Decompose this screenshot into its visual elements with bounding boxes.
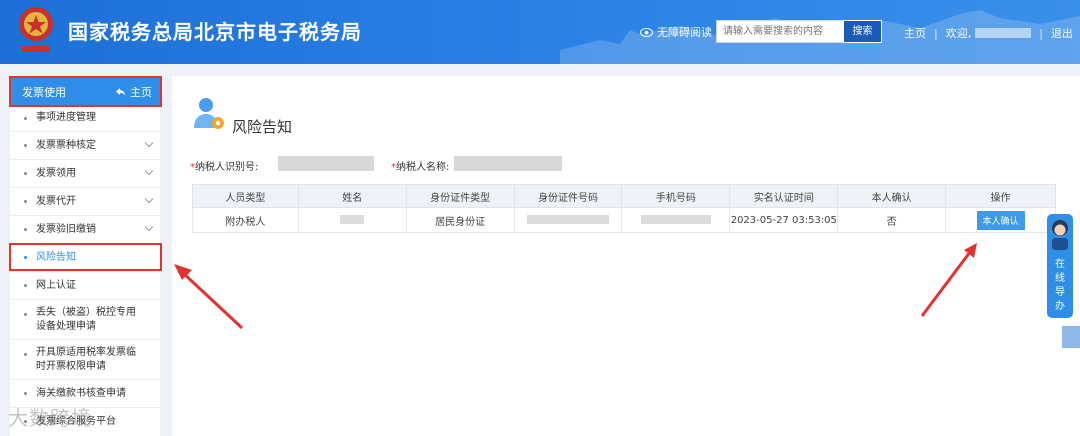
name-cell: [297, 207, 407, 233]
bullet-icon: [24, 144, 27, 147]
sidebar-item-online-auth[interactable]: 网上认证: [10, 272, 160, 300]
risk-table: 人员类型 姓名 身份证件类型 身份证件号码 手机号码 实名认证时间 本人确认 操…: [192, 184, 1056, 233]
bullet-icon: [24, 200, 27, 203]
accessibility-link[interactable]: 无障碍阅读: [640, 24, 712, 40]
divider: |: [934, 26, 938, 40]
accessibility-label: 无障碍阅读: [657, 26, 712, 39]
sidebar-item-label: 海关缴款书核查申请: [36, 388, 126, 399]
sidebar-item-old-tax-rate[interactable]: 开具原适用税率发票临时开票权限申请: [10, 340, 160, 380]
action-cell: 本人确认: [945, 207, 1056, 233]
column-header: 身份证件号码: [513, 184, 623, 208]
person-type-cell: 附办税人: [192, 207, 299, 233]
sidebar-item-label: 发票领用: [36, 168, 76, 179]
divider: |: [1039, 26, 1043, 40]
bullet-icon: [24, 284, 27, 287]
welcome-text: 欢迎,: [945, 27, 972, 40]
sidebar-item-label: 网上认证: [36, 280, 76, 291]
sidebar-item-label: 发票验旧缴销: [36, 224, 96, 235]
sidebar-item-label: 开具原适用税率发票临时开票权限申请: [36, 347, 136, 372]
highlight-box-risk-notice: [9, 243, 162, 271]
phone-redacted: [640, 215, 711, 224]
username-redacted: [975, 28, 1032, 38]
id-type-cell: 居民身份证: [405, 207, 515, 233]
phone-cell: [621, 207, 731, 233]
online-guide-button[interactable]: 在线导办: [1047, 214, 1073, 318]
eye-icon: [640, 27, 653, 37]
sidebar-item-lost-device[interactable]: 丢失（被盗）税控专用设备处理申请: [10, 300, 160, 340]
bullet-icon: [24, 313, 27, 316]
bullet-icon: [24, 172, 27, 175]
id-number-redacted: [526, 215, 609, 224]
service-agent-icon: [1052, 220, 1068, 250]
name-redacted: [340, 215, 365, 224]
app-root: 国家税务总局北京市电子税务局 无障碍阅读 搜索 主页 | 欢迎, | 退出 发票…: [0, 0, 1080, 436]
chevron-down-icon: [144, 194, 154, 204]
bullet-icon: [24, 353, 27, 356]
bullet-icon: [24, 392, 27, 395]
self-confirm-button[interactable]: 本人确认: [976, 210, 1025, 230]
column-header: 身份证件类型: [405, 184, 515, 208]
id-number-cell: [513, 207, 623, 233]
bullet-icon: [24, 117, 27, 120]
sidebar-item-label: 事项进度管理: [36, 112, 96, 123]
site-title: 国家税务总局北京市电子税务局: [68, 20, 362, 44]
column-header: 手机号码: [621, 184, 731, 208]
sidebar-item-invoice-cancel[interactable]: 发票验旧缴销: [10, 216, 160, 244]
top-header: 国家税务总局北京市电子税务局 无障碍阅读 搜索 主页 | 欢迎, | 退出: [0, 0, 1080, 64]
column-header: 姓名: [297, 184, 407, 208]
sidebar-item-invoice-agent[interactable]: 发票代开: [10, 188, 160, 216]
table-row: 附办税人 居民身份证 2023-05-27 03:53:05 否 本人确认: [192, 207, 1056, 233]
chevron-down-icon: [144, 166, 154, 176]
sidebar-item-label: 发票票种核定: [36, 140, 96, 151]
taxpayer-name-text: 纳税人名称:: [396, 162, 450, 173]
sidebar-item-label: 发票代开: [36, 196, 76, 207]
home-link[interactable]: 主页: [904, 25, 926, 41]
sidebar-item-invoice-apply[interactable]: 发票领用: [10, 160, 160, 188]
sidebar-item-invoice-type[interactable]: 发票票种核定: [10, 132, 160, 160]
highlight-box-sidebar-header: [9, 76, 162, 107]
column-header: 人员类型: [192, 184, 299, 208]
chevron-down-icon: [144, 222, 154, 232]
column-header: 实名认证时间: [729, 184, 839, 208]
bullet-icon: [24, 228, 27, 231]
column-header: 操作: [945, 184, 1056, 208]
auth-time-cell: 2023-05-27 03:53:05: [729, 207, 839, 233]
taxpayer-id-value-redacted: [278, 156, 374, 171]
taxpayer-id-text: 纳税人识别号:: [195, 162, 259, 173]
taxpayer-name-label: *纳税人名称:: [391, 158, 449, 173]
search-button[interactable]: 搜索: [843, 20, 882, 43]
logout-link[interactable]: 退出: [1051, 25, 1073, 41]
watermark: 大数跨境: [8, 406, 92, 430]
tax-emblem-icon: [19, 7, 53, 52]
search-input[interactable]: [716, 20, 844, 43]
taxpayer-id-label: *纳税人识别号:: [190, 158, 258, 173]
sidebar-item-progress[interactable]: 事项进度管理: [10, 105, 160, 132]
accessibility-user-icon[interactable]: [1062, 326, 1080, 348]
table-header-row: 人员类型 姓名 身份证件类型 身份证件号码 手机号码 实名认证时间 本人确认 操…: [192, 184, 1056, 208]
online-guide-text: 在线导办: [1055, 259, 1065, 312]
page-title: 风险告知: [232, 118, 293, 136]
main-panel: 风险告知 *纳税人识别号: *纳税人名称: 人员类型 姓名 身份证件类型 身份证…: [172, 76, 1080, 436]
top-links: 主页 | 欢迎, | 退出: [904, 25, 1073, 41]
user-settings-icon: [194, 98, 224, 129]
taxpayer-name-value-redacted: [454, 156, 562, 171]
chevron-down-icon: [144, 138, 154, 148]
sidebar-item-label: 丢失（被盗）税控专用设备处理申请: [36, 307, 136, 332]
confirmed-cell: 否: [837, 207, 947, 233]
column-header: 本人确认: [837, 184, 947, 208]
